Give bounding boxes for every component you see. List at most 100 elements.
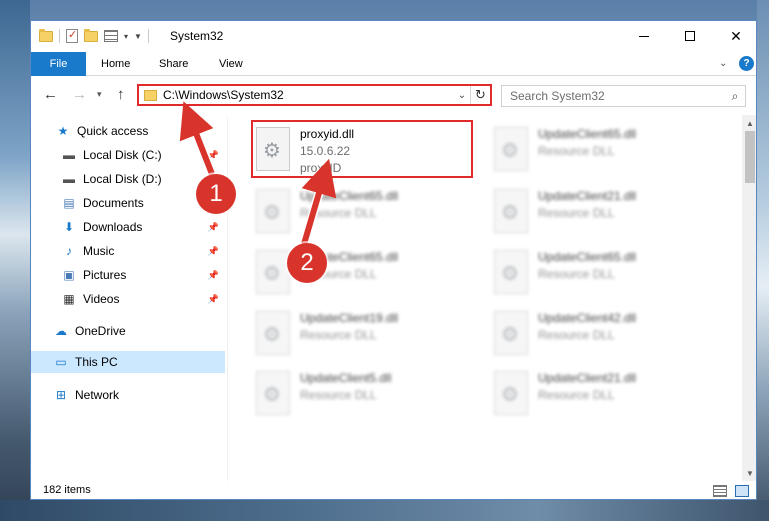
file-tile[interactable]: UpdateClient42.dll Resource DLL bbox=[490, 305, 720, 363]
file-tile[interactable]: UpdateClient21.dll Resource DLL bbox=[490, 183, 720, 241]
file-name: UpdateClient65.dll bbox=[538, 127, 637, 141]
item-count: 182 items bbox=[43, 484, 91, 496]
file-tile[interactable]: UpdateClient19.dll Resource DLL bbox=[252, 305, 482, 363]
tab-file[interactable]: File bbox=[31, 52, 86, 76]
drive-icon: ▬ bbox=[63, 172, 75, 186]
sidebar-item-local-disk-d[interactable]: ▬ Local Disk (D:) bbox=[31, 168, 225, 190]
address-dropdown-icon[interactable]: ⌄ bbox=[454, 90, 470, 101]
tab-share[interactable]: Share bbox=[159, 52, 188, 76]
file-tile[interactable]: UpdateClient21.dll Resource DLL bbox=[490, 365, 720, 423]
help-icon[interactable]: ? bbox=[739, 56, 754, 71]
search-icon[interactable]: ⌕ bbox=[725, 89, 745, 104]
sidebar-item-this-pc[interactable]: ▭ This PC bbox=[31, 351, 225, 373]
quick-access-toolbar: ▾ ▼ bbox=[39, 28, 149, 43]
file-name: UpdateClient42.dll bbox=[538, 311, 637, 325]
pin-icon[interactable]: 📌 bbox=[208, 294, 219, 305]
dll-file-icon bbox=[256, 371, 290, 415]
expand-ribbon-icon[interactable]: ⌄ bbox=[719, 58, 727, 69]
address-path[interactable]: C:\Windows\System32 bbox=[163, 88, 454, 102]
sidebar-item-label: This PC bbox=[75, 355, 118, 369]
up-arrow-icon[interactable]: ↑ bbox=[117, 86, 125, 103]
tab-view[interactable]: View bbox=[219, 52, 243, 76]
refresh-icon[interactable]: ↻ bbox=[470, 86, 490, 104]
file-name: UpdateClient65.dll bbox=[300, 189, 399, 203]
sidebar-item-local-disk-c[interactable]: ▬ Local Disk (C:) 📌 bbox=[31, 144, 225, 166]
maximize-button[interactable] bbox=[667, 21, 713, 51]
sidebar-item-label: Downloads bbox=[83, 220, 143, 234]
file-name: UpdateClient19.dll bbox=[300, 311, 399, 325]
file-name: UpdateClient21.dll bbox=[538, 189, 637, 203]
scroll-down-icon[interactable]: ▼ bbox=[742, 465, 756, 481]
pin-icon[interactable]: 📌 bbox=[208, 246, 219, 257]
chevron-down-icon[interactable]: ▾ bbox=[124, 32, 128, 41]
window-title: System32 bbox=[170, 29, 224, 43]
sidebar-item-network[interactable]: ⊞ Network bbox=[31, 384, 225, 406]
dll-file-icon bbox=[494, 127, 528, 171]
pin-icon[interactable]: 📌 bbox=[208, 222, 219, 233]
sidebar-item-label: Documents bbox=[83, 196, 144, 210]
desktop-background-bottom bbox=[0, 500, 769, 521]
dll-file-icon bbox=[256, 189, 290, 233]
sidebar-item-quick-access[interactable]: ★ Quick access bbox=[31, 120, 225, 142]
back-arrow-icon[interactable]: ← bbox=[43, 86, 58, 103]
tab-home[interactable]: Home bbox=[101, 52, 130, 76]
vertical-scrollbar[interactable]: ▲ ▼ bbox=[742, 115, 756, 481]
music-icon: ♪ bbox=[66, 244, 72, 258]
list-view-icon[interactable] bbox=[104, 30, 118, 42]
file-tile[interactable]: UpdateClient65.dll Resource DLL bbox=[252, 183, 482, 241]
address-bar[interactable]: C:\Windows\System32 ⌄ ↻ bbox=[137, 84, 492, 106]
sidebar-item-downloads[interactable]: ⬇ Downloads 📌 bbox=[31, 216, 225, 238]
folder-icon bbox=[39, 28, 53, 42]
dll-file-icon bbox=[256, 250, 290, 294]
file-name: UpdateClient5.dll bbox=[300, 371, 392, 385]
sidebar-item-label: OneDrive bbox=[75, 324, 126, 338]
desktop-background-right bbox=[757, 0, 769, 521]
sidebar-item-videos[interactable]: ▦ Videos 📌 bbox=[31, 288, 225, 310]
file-tile[interactable]: UpdateClient65.dll Resource DLL bbox=[490, 244, 720, 302]
file-description: Resource DLL bbox=[300, 206, 377, 220]
drive-icon: ▬ bbox=[63, 148, 75, 162]
file-description: Resource DLL bbox=[538, 206, 615, 220]
maximize-icon bbox=[685, 31, 695, 41]
search-box[interactable]: Search System32 ⌕ bbox=[501, 85, 746, 107]
network-icon: ⊞ bbox=[55, 388, 67, 402]
file-list: proxyid.dll 15.0.6.22 proxyID UpdateClie… bbox=[228, 115, 742, 481]
sidebar-item-label: Local Disk (C:) bbox=[83, 148, 162, 162]
sidebar-item-label: Pictures bbox=[83, 268, 127, 282]
file-description: Resource DLL bbox=[538, 267, 615, 281]
recent-locations-chevron-icon[interactable]: ▾ bbox=[97, 89, 102, 100]
file-explorer-window: ▾ ▼ System32 ✕ File Home Share View ⌄ ? … bbox=[30, 20, 757, 500]
ribbon-tabs: File Home Share View ⌄ ? bbox=[31, 52, 756, 76]
close-icon: ✕ bbox=[730, 27, 742, 44]
sidebar-item-onedrive[interactable]: ☁ OneDrive bbox=[31, 320, 225, 342]
pin-icon[interactable]: 📌 bbox=[208, 270, 219, 281]
scrollbar-thumb[interactable] bbox=[745, 131, 755, 183]
search-input[interactable]: Search System32 bbox=[510, 89, 725, 103]
toolbar-divider bbox=[59, 29, 60, 43]
details-view-icon[interactable] bbox=[713, 485, 727, 497]
sidebar-item-label: Local Disk (D:) bbox=[83, 172, 162, 186]
step-2-badge: 2 bbox=[287, 243, 327, 283]
sidebar-item-music[interactable]: ♪ Music 📌 bbox=[31, 240, 225, 262]
file-tile[interactable]: UpdateClient5.dll Resource DLL bbox=[252, 365, 482, 423]
star-icon: ★ bbox=[57, 124, 69, 138]
properties-icon[interactable] bbox=[66, 28, 78, 43]
file-name: UpdateClient21.dll bbox=[538, 371, 637, 385]
file-tile[interactable]: UpdateClient65.dll Resource DLL bbox=[490, 121, 720, 179]
sidebar-item-pictures[interactable]: ▣ Pictures 📌 bbox=[31, 264, 225, 286]
pin-icon[interactable]: 📌 bbox=[208, 150, 219, 161]
file-name: UpdateClient65.dll bbox=[538, 250, 637, 264]
close-button[interactable]: ✕ bbox=[713, 21, 756, 51]
forward-arrow-icon[interactable]: → bbox=[72, 86, 87, 103]
scroll-up-icon[interactable]: ▲ bbox=[742, 115, 756, 131]
file-description: Resource DLL bbox=[538, 328, 615, 342]
download-icon: ⬇ bbox=[63, 220, 75, 234]
tiles-view-icon[interactable] bbox=[735, 485, 749, 497]
minimize-button[interactable] bbox=[621, 21, 667, 51]
dll-file-icon bbox=[256, 311, 290, 355]
file-tile[interactable]: UpdateClient65.dll Resource DLL bbox=[252, 244, 482, 302]
navigation-bar: ← → ▾ ↑ C:\Windows\System32 ⌄ ↻ Search S… bbox=[31, 77, 756, 113]
new-folder-icon[interactable] bbox=[84, 28, 98, 42]
pictures-icon: ▣ bbox=[63, 268, 75, 282]
customize-toolbar-icon[interactable]: ▼ bbox=[134, 32, 142, 41]
